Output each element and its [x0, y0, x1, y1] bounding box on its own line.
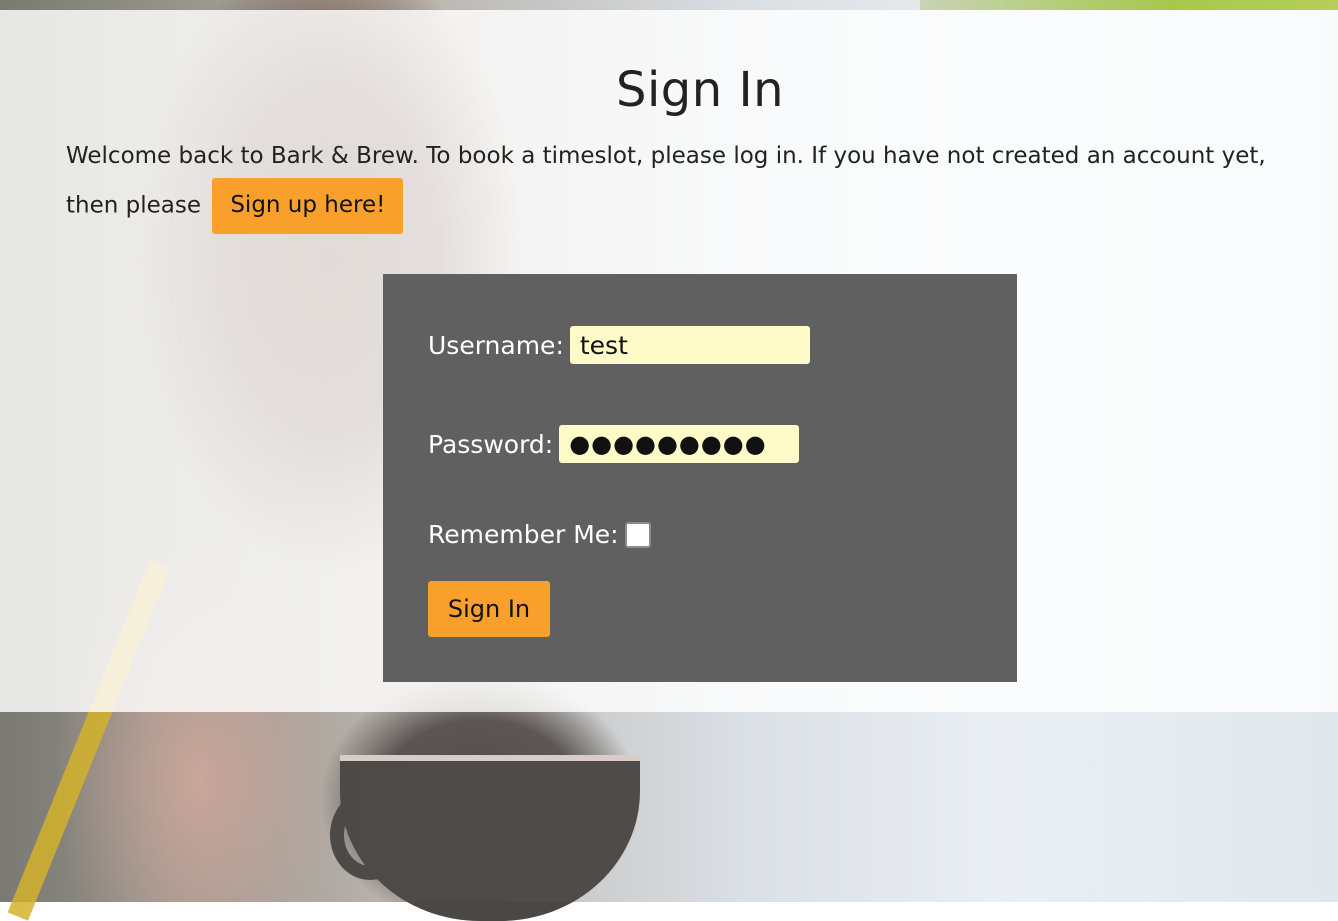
background-foliage [920, 0, 1338, 10]
password-input[interactable]: ●●●●●●●●● [559, 425, 800, 463]
page-title: Sign In [615, 62, 785, 118]
remember-checkbox[interactable] [624, 521, 651, 548]
background-lower-area [0, 712, 1338, 902]
username-label: Username: [428, 330, 564, 360]
password-row: Password: ●●●●●●●●● [428, 425, 800, 463]
username-row: Username: test [428, 326, 810, 364]
intro-paragraph: Welcome back to Bark & Brew. To book a t… [66, 134, 1316, 234]
signup-link-button[interactable]: Sign up here! [212, 178, 404, 234]
signin-submit-button[interactable]: Sign In [428, 581, 550, 637]
remember-label: Remember Me: [428, 520, 619, 549]
remember-row: Remember Me: [428, 520, 651, 549]
username-input[interactable]: test [569, 326, 810, 364]
password-label: Password: [428, 429, 554, 459]
signin-form: Username: test Password: ●●●●●●●●● Remem… [383, 274, 1017, 682]
